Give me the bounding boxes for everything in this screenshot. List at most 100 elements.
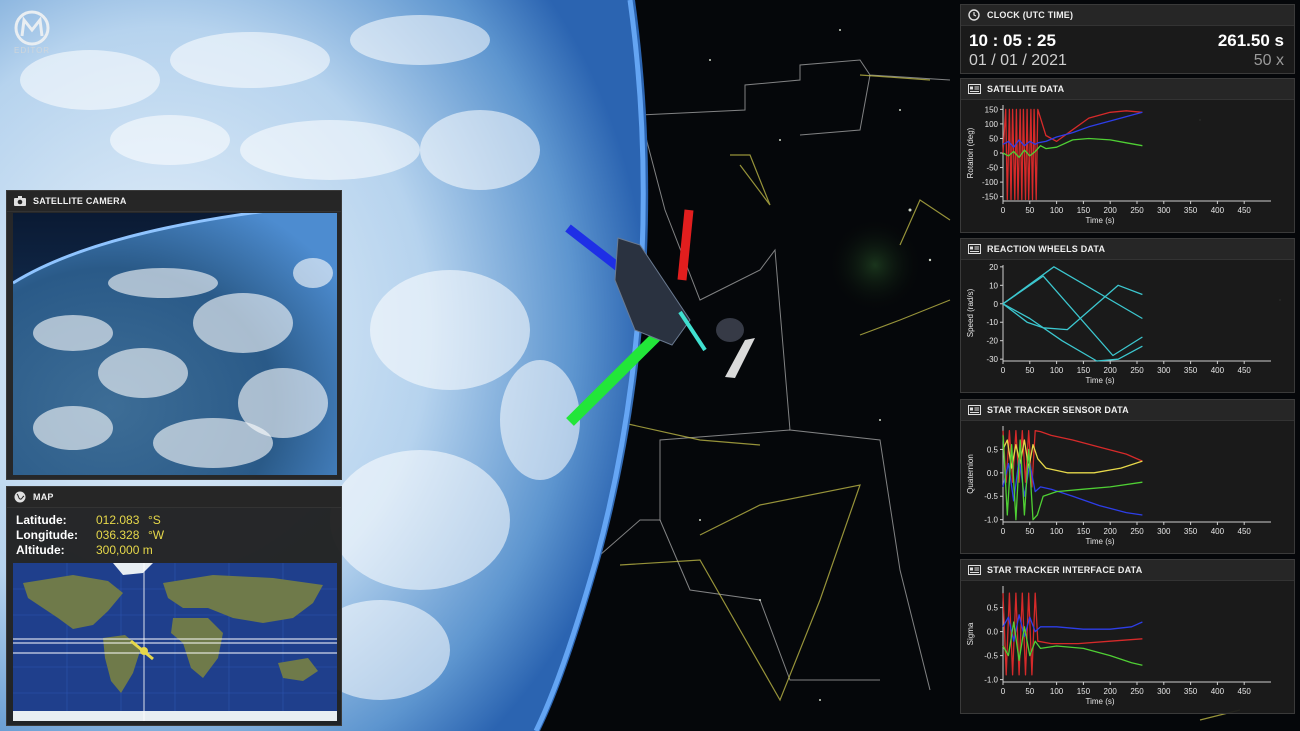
world-map[interactable] (13, 563, 337, 721)
panel-header: SATELLITE CAMERA (7, 191, 341, 212)
thruster-glow (716, 318, 744, 342)
x-tick-label: 400 (1211, 687, 1225, 696)
x-axis-label: Time (s) (1085, 376, 1114, 385)
longitude-value: 036.328 (96, 528, 140, 542)
star-tracker-interface-data-panel: STAR TRACKER INTERFACE DATA 0 50 100 150 200… (960, 559, 1295, 714)
y-tick-label: 0.5 (987, 445, 999, 454)
x-tick-label: 450 (1238, 687, 1252, 696)
y-tick-label: 0 (994, 300, 999, 309)
y-tick-label: 0.0 (987, 469, 999, 478)
x-tick-label: 250 (1130, 206, 1144, 215)
x-tick-label: 450 (1238, 527, 1252, 536)
y-tick-label: 10 (989, 281, 998, 290)
y-tick-label: 0.5 (987, 604, 999, 613)
panel-title: SATELLITE DATA (987, 84, 1065, 94)
x-axis-label: Time (s) (1085, 697, 1114, 706)
x-tick-label: 400 (1211, 527, 1225, 536)
x-tick-label: 350 (1184, 687, 1198, 696)
x-tick-label: 200 (1104, 687, 1118, 696)
x-tick-label: 250 (1130, 687, 1144, 696)
latitude-unit: °S (148, 513, 161, 527)
x-tick-label: 350 (1184, 206, 1198, 215)
x-tick-label: 0 (1001, 687, 1006, 696)
x-tick-label: 350 (1184, 366, 1198, 375)
series-line-red (1002, 108, 1143, 201)
satellite-camera-panel: SATELLITE CAMERA (6, 190, 342, 480)
x-tick-label: 300 (1157, 527, 1171, 536)
x-tick-label: 450 (1238, 366, 1252, 375)
x-tick-label: 200 (1104, 366, 1118, 375)
y-tick-label: -0.5 (984, 492, 998, 501)
camera-icon (13, 194, 27, 208)
y-tick-label: -10 (986, 318, 998, 327)
y-tick-label: 20 (989, 263, 998, 272)
globe-icon (13, 490, 27, 504)
x-tick-label: 200 (1104, 527, 1118, 536)
y-tick-label: -30 (986, 355, 998, 364)
camera-feed[interactable] (13, 213, 337, 475)
star-tracker-quaternion-chart: 0 50 100 150 200 250 300 350 400 450 0.5 0.0 -0.5 -1.… (966, 426, 1271, 546)
x-tick-label: 50 (1025, 527, 1034, 536)
panel-header: MAP (7, 487, 341, 508)
x-axis-label: Time (s) (1085, 537, 1114, 546)
panel-title: STAR TRACKER INTERFACE DATA (987, 565, 1143, 575)
x-tick-label: 250 (1130, 366, 1144, 375)
series-line-cyan (1002, 303, 1143, 362)
star-tracker-sigma-chart: 0 50 100 150 200 250 300 350 400 450 0.5 0.0 -0.5 -1.… (966, 586, 1271, 706)
nebula-glow (830, 220, 920, 310)
panel-header: STAR TRACKER INTERFACE DATA (961, 560, 1294, 581)
map-panel: MAP Latitude: 012.083 °S Longitude: 036.… (6, 486, 342, 726)
utc-time: 10 : 05 : 25 (969, 31, 1056, 50)
data-card-icon (967, 242, 981, 256)
data-card-icon (967, 82, 981, 96)
y-tick-label: 0 (994, 149, 999, 158)
y-tick-label: 150 (985, 105, 999, 114)
x-tick-label: 200 (1104, 206, 1118, 215)
x-tick-label: 0 (1001, 527, 1006, 536)
y-tick-label: 100 (985, 120, 999, 129)
y-tick-label: -0.5 (984, 652, 998, 661)
latitude-value: 012.083 (96, 513, 140, 527)
y-tick-label: 0.0 (987, 628, 999, 637)
panel-header: STAR TRACKER SENSOR DATA (961, 400, 1294, 421)
x-tick-label: 400 (1211, 366, 1225, 375)
simulation-speed[interactable]: 50 x (1254, 52, 1284, 70)
star-tracker-sensor-data-panel: STAR TRACKER SENSOR DATA 0 50 100 150 200 250… (960, 399, 1295, 554)
y-axis-label: Sigma (966, 622, 975, 645)
y-axis-label: Rotation (deg) (966, 127, 975, 178)
panel-title: SATELLITE CAMERA (33, 196, 127, 206)
reaction-wheels-data-panel: REACTION WHEELS DATA 0 50 100 150 200 250 300 3… (960, 238, 1295, 393)
utc-date: 01 / 01 / 2021 (969, 52, 1067, 69)
x-tick-label: 250 (1130, 527, 1144, 536)
x-tick-label: 400 (1211, 206, 1225, 215)
reaction-wheels-speed-chart: 0 50 100 150 200 250 300 350 400 45020100-10-20-3… (966, 263, 1271, 385)
panel-title: STAR TRACKER SENSOR DATA (987, 405, 1129, 415)
panel-header: SATELLITE DATA (961, 79, 1294, 100)
y-tick-label: 50 (989, 134, 998, 143)
panel-header: REACTION WHEELS DATA (961, 239, 1294, 260)
clock-icon (967, 8, 981, 22)
x-tick-label: 350 (1184, 527, 1198, 536)
clock-panel: CLOCK (UTC TIME) 10 : 05 : 25 01 / 01 / … (960, 4, 1295, 74)
x-tick-label: 50 (1025, 687, 1034, 696)
series-line-cyan (1002, 266, 1143, 320)
x-tick-label: 100 (1050, 206, 1064, 215)
panel-header: CLOCK (UTC TIME) (961, 5, 1294, 26)
x-tick-label: 150 (1077, 527, 1091, 536)
satellite-position-marker[interactable] (140, 647, 148, 655)
latitude-label: Latitude: (16, 513, 67, 527)
x-tick-label: 50 (1025, 366, 1034, 375)
panel-title: CLOCK (UTC TIME) (987, 10, 1074, 20)
x-tick-label: 300 (1157, 366, 1171, 375)
data-card-icon (967, 563, 981, 577)
logo-label: EDITOR (14, 46, 51, 55)
y-tick-label: -20 (986, 337, 998, 346)
y-tick-label: -1.0 (984, 676, 998, 685)
x-tick-label: 300 (1157, 206, 1171, 215)
panel-title: MAP (33, 492, 54, 502)
y-axis-label: Quaternion (966, 454, 975, 494)
altitude-value: 300,000 m (96, 543, 153, 557)
series-line-red (1002, 430, 1143, 488)
x-tick-label: 100 (1050, 687, 1064, 696)
elapsed-time: 261.50 s (1217, 31, 1284, 50)
